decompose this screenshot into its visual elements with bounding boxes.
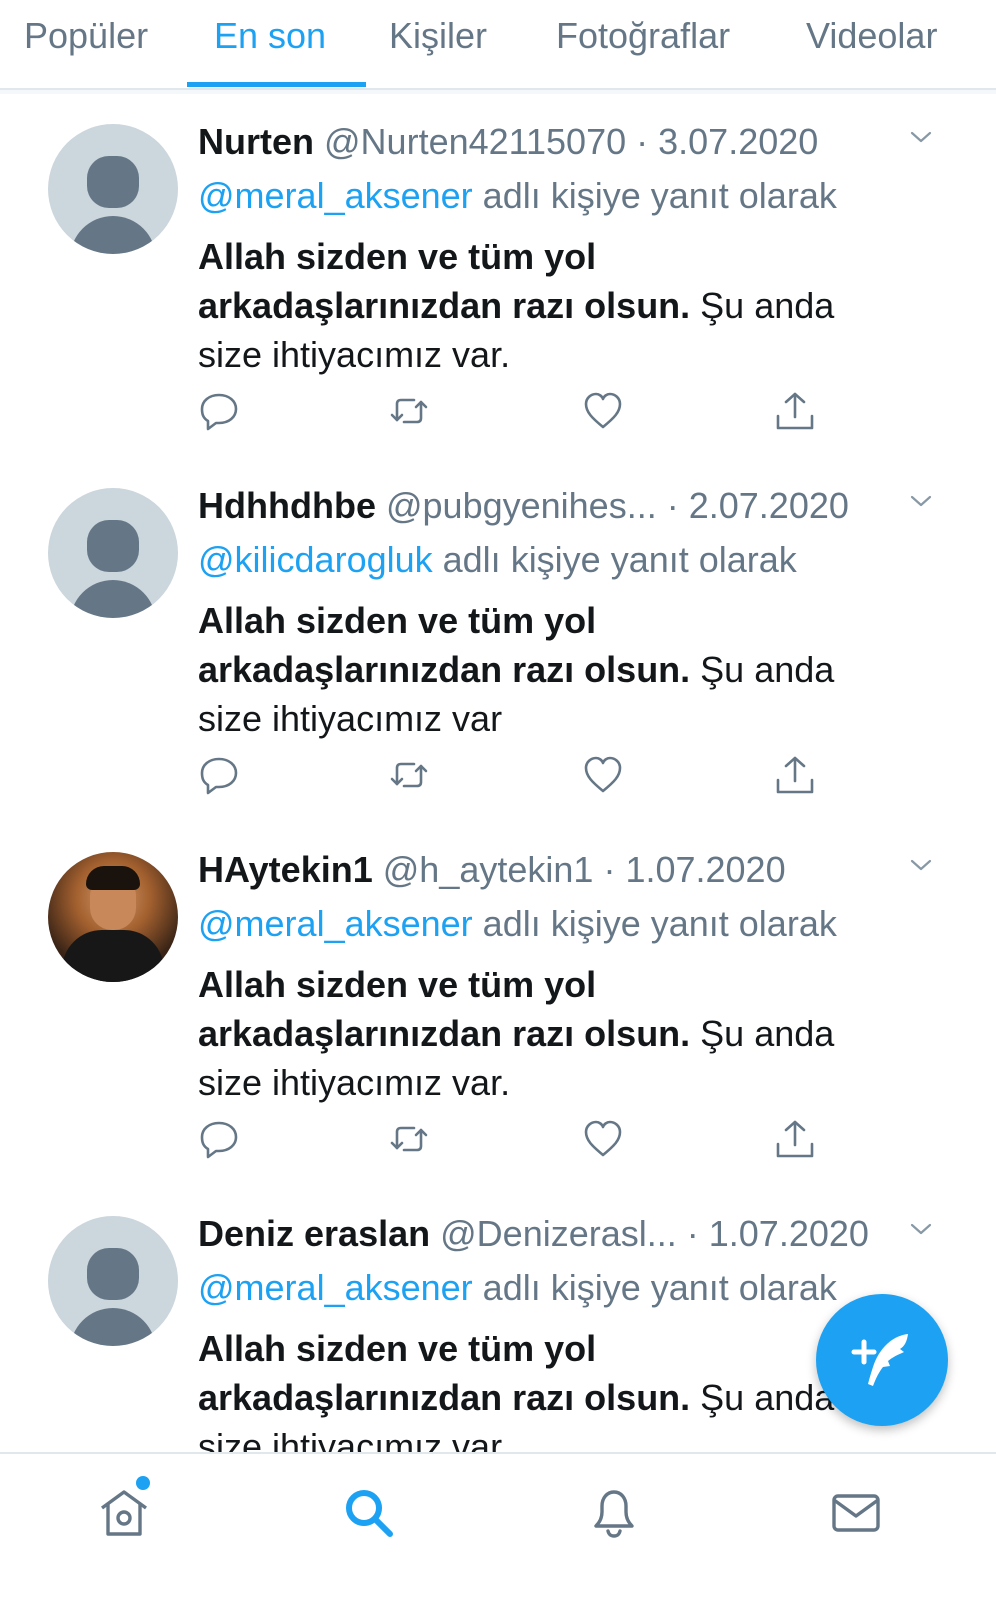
share-icon[interactable] bbox=[774, 1118, 816, 1160]
author-handle[interactable]: @Nurten42115070 bbox=[324, 121, 626, 162]
tweet-header: HAytekin1 @h_aytekin1 · 1.07.2020 bbox=[198, 848, 876, 892]
heart-icon[interactable] bbox=[582, 1118, 624, 1160]
compose-tweet-button[interactable] bbox=[816, 1294, 948, 1426]
tweet-text: Allah sizden ve tüm yol arkadaşlarınızda… bbox=[198, 236, 835, 375]
compose-tweet-icon bbox=[851, 1334, 908, 1386]
author-handle[interactable]: @Denizerasl... bbox=[440, 1213, 677, 1254]
tweet[interactable]: Hdhhdhbe @pubgyenihes... · 2.07.2020 @ki… bbox=[0, 458, 996, 830]
author-handle[interactable]: @h_aytekin1 bbox=[383, 849, 594, 890]
search-icon[interactable] bbox=[340, 1484, 396, 1540]
chevron-down-icon[interactable] bbox=[910, 854, 932, 876]
chevron-down-icon[interactable] bbox=[910, 126, 932, 148]
reply-context: @meral_aksener adlı kişiye yanıt olarak bbox=[198, 1267, 837, 1308]
tweet-date: · 3.07.2020 bbox=[636, 121, 819, 162]
tweet-text: Allah sizden ve tüm yol arkadaşlarınızda… bbox=[198, 600, 835, 739]
share-icon[interactable] bbox=[774, 754, 816, 796]
chevron-down-icon[interactable] bbox=[910, 490, 932, 512]
reply-context: @meral_aksener adlı kişiye yanıt olarak bbox=[198, 175, 837, 216]
tweet-date: · 2.07.2020 bbox=[666, 485, 849, 526]
tweet-text: Allah sizden ve tüm yol arkadaşlarınızda… bbox=[198, 1328, 835, 1452]
active-tab-indicator bbox=[187, 82, 366, 87]
retweet-icon[interactable] bbox=[388, 390, 430, 432]
author-name[interactable]: Deniz eraslan bbox=[198, 1213, 430, 1254]
bell-icon[interactable] bbox=[586, 1484, 642, 1540]
avatar[interactable] bbox=[48, 124, 178, 254]
heart-icon[interactable] bbox=[582, 390, 624, 432]
home-icon[interactable] bbox=[96, 1484, 152, 1540]
reply-context: @meral_aksener adlı kişiye yanıt olarak bbox=[198, 903, 837, 944]
search-tabs: Popüler En son Kişiler Fotoğraflar Video… bbox=[0, 0, 996, 90]
avatar[interactable] bbox=[48, 852, 178, 982]
author-name[interactable]: HAytekin1 bbox=[198, 849, 373, 890]
tweet-actions bbox=[198, 390, 838, 436]
notification-dot bbox=[136, 1476, 150, 1490]
tweet-date: · 1.07.2020 bbox=[603, 849, 786, 890]
author-name[interactable]: Nurten bbox=[198, 121, 314, 162]
avatar[interactable] bbox=[48, 488, 178, 618]
author-handle[interactable]: @pubgyenihes... bbox=[386, 485, 657, 526]
bottom-navigation bbox=[0, 1452, 996, 1602]
tweet-header: Hdhhdhbe @pubgyenihes... · 2.07.2020 bbox=[198, 484, 876, 528]
tab-people[interactable]: Kişiler bbox=[389, 14, 487, 58]
reply-icon[interactable] bbox=[198, 1118, 240, 1160]
mention-link[interactable]: @meral_aksener bbox=[198, 1267, 473, 1308]
mail-icon[interactable] bbox=[828, 1484, 884, 1540]
tweet-actions bbox=[198, 754, 838, 800]
tab-latest[interactable]: En son bbox=[214, 14, 326, 58]
share-icon[interactable] bbox=[774, 390, 816, 432]
avatar[interactable] bbox=[48, 1216, 178, 1346]
tweet-date: · 1.07.2020 bbox=[686, 1213, 869, 1254]
reply-context: @kilicdarogluk adlı kişiye yanıt olarak bbox=[198, 539, 797, 580]
tab-videos[interactable]: Videolar bbox=[806, 14, 937, 58]
tab-popular[interactable]: Popüler bbox=[24, 14, 148, 58]
retweet-icon[interactable] bbox=[388, 754, 430, 796]
tweet[interactable]: HAytekin1 @h_aytekin1 · 1.07.2020 @meral… bbox=[0, 822, 996, 1194]
mention-link[interactable]: @meral_aksener bbox=[198, 175, 473, 216]
reply-icon[interactable] bbox=[198, 390, 240, 432]
tweet-header: Deniz eraslan @Denizerasl... · 1.07.2020 bbox=[198, 1212, 876, 1256]
tweet[interactable]: Nurten @Nurten42115070 · 3.07.2020 @mera… bbox=[0, 94, 996, 466]
mention-link[interactable]: @meral_aksener bbox=[198, 903, 473, 944]
reply-icon[interactable] bbox=[198, 754, 240, 796]
chevron-down-icon[interactable] bbox=[910, 1218, 932, 1240]
retweet-icon[interactable] bbox=[388, 1118, 430, 1160]
author-name[interactable]: Hdhhdhbe bbox=[198, 485, 376, 526]
tweet-text: Allah sizden ve tüm yol arkadaşlarınızda… bbox=[198, 964, 835, 1103]
tweet-actions bbox=[198, 1118, 838, 1164]
heart-icon[interactable] bbox=[582, 754, 624, 796]
mention-link[interactable]: @kilicdarogluk bbox=[198, 539, 433, 580]
tab-photos[interactable]: Fotoğraflar bbox=[556, 14, 730, 58]
tweet-header: Nurten @Nurten42115070 · 3.07.2020 bbox=[198, 120, 876, 164]
